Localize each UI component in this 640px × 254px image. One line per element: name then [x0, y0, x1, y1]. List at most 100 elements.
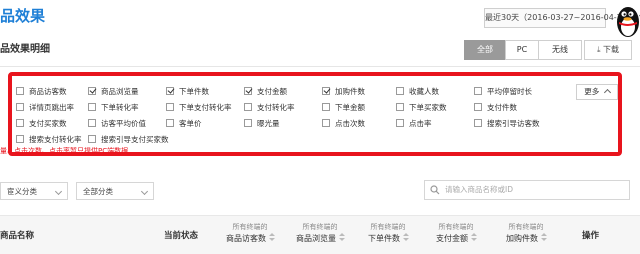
column-product-pageviews[interactable]: 所有终端的 商品浏览量	[296, 222, 345, 244]
search-icon	[430, 185, 440, 195]
metric-checkbox[interactable]: 详情页跳出率	[16, 102, 74, 114]
checkbox-unchecked-icon[interactable]	[474, 103, 482, 111]
column-payment-amount[interactable]: 所有终端的 支付金额	[436, 222, 477, 244]
metric-checkbox[interactable]: 支付转化率	[244, 102, 295, 114]
custom-category-dropdown[interactable]: 宦义分类	[0, 182, 68, 200]
custom-category-label: 宦义分类	[7, 187, 37, 196]
segment-pc[interactable]: PC	[505, 40, 539, 60]
checkbox-unchecked-icon[interactable]	[474, 119, 482, 127]
column-cart-items[interactable]: 所有终端的 加购件数	[506, 222, 547, 244]
metric-label: 平均停留时长	[487, 87, 532, 96]
metric-checkbox[interactable]: 商品访客数	[16, 86, 67, 98]
checkbox-unchecked-icon[interactable]	[244, 103, 252, 111]
checkbox-unchecked-icon[interactable]	[16, 119, 24, 127]
segment-all[interactable]: 全部	[464, 40, 506, 60]
metric-checkbox[interactable]: 下单转化率	[88, 102, 139, 114]
product-search-input[interactable]: 请输入商品名称或ID	[424, 180, 630, 200]
metric-label: 支付买家数	[29, 119, 67, 128]
sort-icon	[338, 233, 345, 242]
sort-icon	[540, 233, 547, 242]
metric-checkbox[interactable]: 点击率	[396, 118, 432, 130]
download-button[interactable]: ⤓ 下载	[584, 40, 632, 60]
metric-checkbox[interactable]: 搜索引导支付买家数	[88, 134, 169, 146]
checkbox-checked-icon[interactable]	[166, 87, 174, 95]
checkbox-unchecked-icon[interactable]	[16, 87, 24, 95]
chevron-down-icon	[140, 187, 149, 196]
more-metrics-button[interactable]: 更多	[576, 84, 618, 100]
date-range-selector[interactable]: 最近30天（2016-03-27~2016-04-25）	[484, 8, 640, 28]
checkbox-unchecked-icon[interactable]	[16, 135, 24, 143]
divider	[0, 66, 640, 67]
checkbox-unchecked-icon[interactable]	[322, 119, 330, 127]
metric-checkbox[interactable]: 支付金额	[244, 86, 287, 98]
column-order-items[interactable]: 所有终端的 下单件数	[368, 222, 409, 244]
metric-label: 商品访客数	[29, 87, 67, 96]
metric-label: 下单转化率	[101, 103, 139, 112]
checkbox-checked-icon[interactable]	[322, 87, 330, 95]
chevron-up-icon	[603, 88, 611, 97]
sort-icon	[470, 233, 477, 242]
metric-checkbox[interactable]: 商品浏览量	[88, 86, 139, 98]
metric-label: 下单件数	[179, 87, 209, 96]
metric-label: 曝光量	[257, 119, 280, 128]
metric-checkbox[interactable]: 访客平均价值	[88, 118, 146, 130]
metric-checkbox[interactable]: 下单金额	[322, 102, 365, 114]
checkbox-unchecked-icon[interactable]	[244, 119, 252, 127]
metric-label: 详情页跳出率	[29, 103, 74, 112]
metric-checkbox[interactable]: 曝光量	[244, 118, 280, 130]
checkbox-unchecked-icon[interactable]	[88, 103, 96, 111]
all-category-dropdown[interactable]: 全部分类	[76, 182, 154, 200]
checkbox-unchecked-icon[interactable]	[88, 135, 96, 143]
metric-checkbox[interactable]: 支付买家数	[16, 118, 67, 130]
search-placeholder: 请输入商品名称或ID	[445, 185, 513, 194]
metric-label: 点击次数	[335, 119, 365, 128]
checkbox-checked-icon[interactable]	[244, 87, 252, 95]
checkbox-unchecked-icon[interactable]	[396, 87, 404, 95]
metric-label: 支付金额	[257, 87, 287, 96]
section-title: 品效果明细	[0, 44, 50, 55]
column-action: 操作	[582, 231, 600, 241]
more-label: 更多	[584, 87, 600, 96]
penguin-icon[interactable]	[612, 0, 640, 40]
metric-label: 搜索引导支付买家数	[101, 135, 169, 144]
metric-label: 加购件数	[335, 87, 365, 96]
checkbox-unchecked-icon[interactable]	[166, 119, 174, 127]
checkbox-unchecked-icon[interactable]	[16, 103, 24, 111]
metric-checkbox[interactable]: 点击次数	[322, 118, 365, 130]
checkbox-checked-icon[interactable]	[88, 87, 96, 95]
metric-checkbox[interactable]: 下单支付转化率	[166, 102, 232, 114]
download-label: 下载	[603, 45, 620, 54]
metric-label: 搜索支付转化率	[29, 135, 82, 144]
sort-icon	[402, 233, 409, 242]
checkbox-unchecked-icon[interactable]	[474, 87, 482, 95]
checkbox-unchecked-icon[interactable]	[396, 103, 404, 111]
metric-label: 支付转化率	[257, 103, 295, 112]
metric-checkbox[interactable]: 支付件数	[474, 102, 517, 114]
metric-checkbox[interactable]: 搜索支付转化率	[16, 134, 82, 146]
sort-icon	[268, 233, 275, 242]
metric-checkbox[interactable]: 搜索引导访客数	[474, 118, 540, 130]
metric-label: 商品浏览量	[101, 87, 139, 96]
metric-checkbox[interactable]: 收藏人数	[396, 86, 439, 98]
checkbox-unchecked-icon[interactable]	[322, 103, 330, 111]
download-icon: ⤓	[596, 45, 601, 54]
all-category-label: 全部分类	[83, 187, 113, 196]
metric-label: 下单买家数	[409, 103, 447, 112]
metric-checkbox[interactable]: 下单件数	[166, 86, 209, 98]
metric-label: 下单金额	[335, 103, 365, 112]
metric-checkbox[interactable]: 下单买家数	[396, 102, 447, 114]
metric-checkbox[interactable]: 平均停留时长	[474, 86, 532, 98]
metric-label: 下单支付转化率	[179, 103, 232, 112]
metric-label: 搜索引导访客数	[487, 119, 540, 128]
metric-label: 点击率	[409, 119, 432, 128]
metric-checkbox[interactable]: 客单价	[166, 118, 202, 130]
checkbox-unchecked-icon[interactable]	[166, 103, 174, 111]
segment-wireless[interactable]: 无线	[538, 40, 582, 60]
metric-checkbox[interactable]: 加购件数	[322, 86, 365, 98]
metric-label: 客单价	[179, 119, 202, 128]
column-product-visitors[interactable]: 所有终端的 商品访客数	[226, 222, 275, 244]
page-title: 品效果	[0, 7, 46, 25]
checkbox-unchecked-icon[interactable]	[88, 119, 96, 127]
metric-label: 收藏人数	[409, 87, 439, 96]
checkbox-unchecked-icon[interactable]	[396, 119, 404, 127]
